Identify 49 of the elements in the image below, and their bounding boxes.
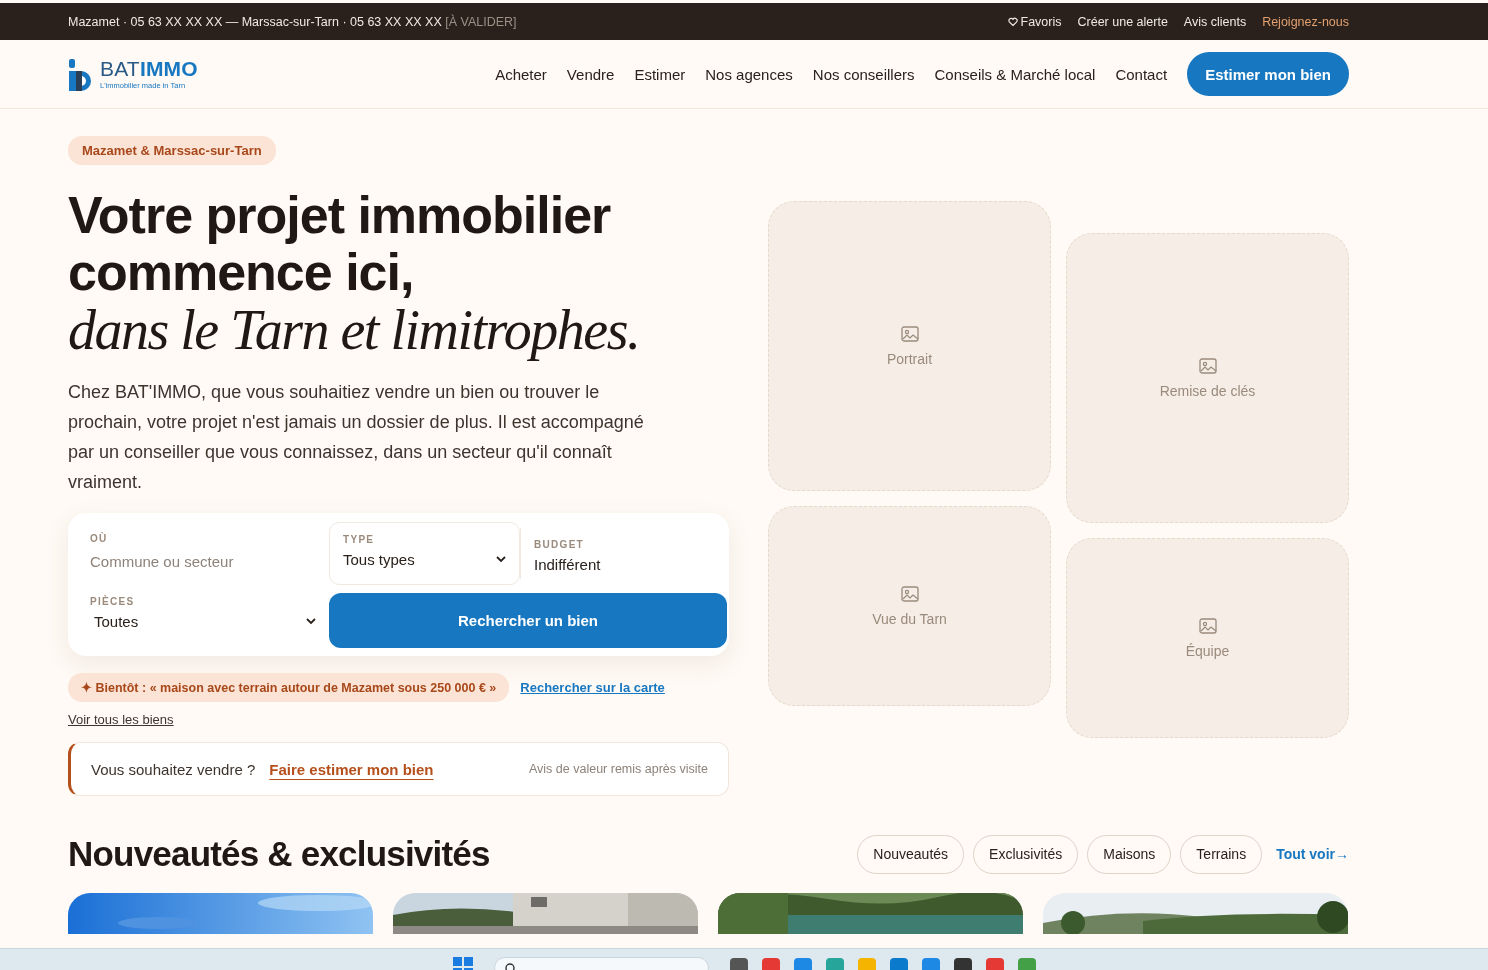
estimate-button[interactable]: Estimer mon bien xyxy=(1187,52,1349,96)
heart-icon xyxy=(1007,17,1018,26)
nav-link[interactable]: Conseils & Marché local xyxy=(934,65,1096,83)
budget-field[interactable]: Indifférent xyxy=(534,556,714,573)
filter-chip[interactable]: Terrains xyxy=(1180,834,1263,874)
chevron-down-icon xyxy=(306,618,316,625)
image-caption: Équipe xyxy=(1185,642,1230,659)
nav-link[interactable]: Estimer xyxy=(634,65,686,83)
hero-title: Votre projet immobilier commence ici, dans le Tarn et limitrophes. xyxy=(68,187,641,359)
field-label: OÙ xyxy=(90,533,109,544)
image-caption: Vue du Tarn xyxy=(872,610,947,627)
sell-question: Vous souhaitez vendre ? xyxy=(91,760,256,778)
image-icon xyxy=(1198,617,1217,634)
image-icon xyxy=(900,585,919,602)
image-caption: Remise de clés xyxy=(1159,382,1256,399)
filter-chip[interactable]: Nouveautés xyxy=(857,834,965,874)
nav-link[interactable]: Vendre xyxy=(566,65,615,83)
logo-wordmark: BATIMMO xyxy=(100,58,198,79)
map-search-link[interactable]: Rechercher sur la carte xyxy=(520,680,665,695)
section-title: Nouveautés & exclusivités xyxy=(68,834,490,874)
favorites-link[interactable]: Favoris xyxy=(1007,14,1062,29)
filter-chip[interactable]: Exclusivités xyxy=(973,834,1079,874)
field-label: PIÈCES xyxy=(90,596,136,607)
image-caption: Portrait xyxy=(886,350,933,367)
all-properties-link[interactable]: Voir tous les biens xyxy=(68,712,174,727)
image-icon xyxy=(900,325,919,342)
nav-link[interactable]: Acheter xyxy=(495,65,547,83)
nav-link[interactable]: Contact xyxy=(1115,65,1168,83)
nav-link[interactable]: Nos agences xyxy=(705,65,793,83)
select-field[interactable]: Toutes xyxy=(90,613,316,630)
field-label: BUDGET xyxy=(534,539,586,550)
top-link[interactable]: Avis clients xyxy=(1183,14,1247,29)
field-label: TYPE xyxy=(343,534,376,545)
top-link[interactable]: Créer une alerte xyxy=(1077,14,1168,29)
hero-intro: Chez BAT'IMMO, que vous souhaitiez vendre un bien ou trouver le prochain, votre projet n'est jamais un dossier de plus. Il est accompagné par un conseiller que vous connaissez, dans un secteur qu'il connaît vraiment. xyxy=(68,381,645,494)
nav-link[interactable]: Nos conseillers xyxy=(812,65,915,83)
see-all-link[interactable]: Tout voir→ xyxy=(1276,846,1349,862)
search-hint: ✦ Bientôt : « maison avec terrain autour de Mazamet sous 250 000 € » xyxy=(68,673,510,702)
filter-chip[interactable]: Maisons xyxy=(1087,834,1172,874)
location-field[interactable]: Commune ou secteur xyxy=(90,553,310,570)
sell-note: Avis de valeur remis après visite xyxy=(529,762,708,776)
location-badge: Mazamet & Marssac-sur-Tarn xyxy=(68,136,276,165)
chevron-down-icon xyxy=(496,556,506,563)
image-icon xyxy=(1198,357,1217,374)
contact-info: Mazamet · 05 63 XX XX XX — Marssac-sur-Tarn · 05 63 XX XX XX [À VALIDER] xyxy=(68,14,517,29)
top-link[interactable]: Rejoignez-nous xyxy=(1262,14,1349,29)
search-button[interactable]: Rechercher un bien xyxy=(329,593,727,648)
select-field[interactable]: Tous types xyxy=(343,551,506,568)
estimate-link[interactable]: Faire estimer mon bien xyxy=(269,760,434,778)
